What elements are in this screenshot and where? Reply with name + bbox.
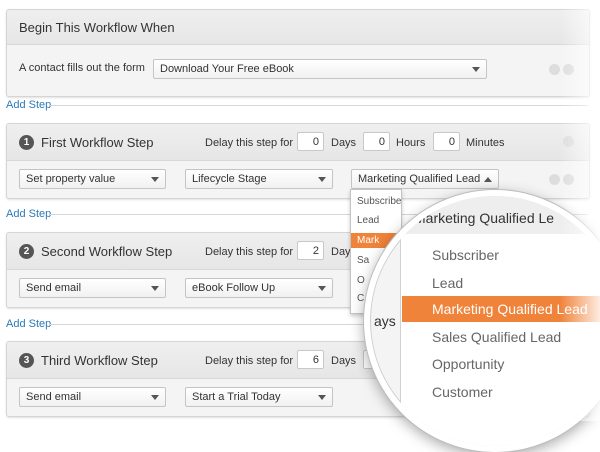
add-step-link-1[interactable]: Add Step — [6, 99, 51, 111]
step-3-delay-label: Delay this step for — [205, 355, 294, 367]
chevron-down-icon — [318, 286, 326, 291]
step-1-value-text: Marketing Qualified Lead — [358, 173, 481, 185]
add-step-link-2[interactable]: Add Step — [6, 208, 51, 220]
step-3-email-value: Start a Trial Today — [192, 391, 281, 403]
chevron-down-icon — [318, 395, 326, 400]
step-2-action-value: Send email — [26, 282, 82, 294]
step-1-value-select[interactable]: Marketing Qualified Lead — [351, 169, 499, 189]
step-3-days-input[interactable]: 6 — [297, 350, 324, 369]
step-1-days-input[interactable]: 0 — [297, 132, 324, 151]
step-2-email-value: eBook Follow Up — [192, 282, 276, 294]
step-3-days-label: Days — [331, 355, 357, 367]
step-1-number: 1 — [19, 135, 34, 150]
step-1-hours-input[interactable]: 0 — [363, 132, 390, 151]
step-1-hours-label: Hours — [396, 137, 426, 149]
chevron-up-icon — [484, 177, 492, 182]
magnifier-left-fragment: ays — [374, 313, 396, 329]
dropdown-option[interactable]: Subscriber — [351, 194, 401, 209]
trigger-panel: Begin This Workflow When A contact fills… — [6, 9, 590, 97]
chevron-down-icon — [472, 67, 480, 72]
chevron-down-icon — [151, 286, 159, 291]
add-circle-icon[interactable] — [549, 174, 560, 185]
step-2-days-input[interactable]: 2 — [297, 241, 324, 260]
edge-fade — [560, 0, 600, 421]
step-1-panel: 1 First Workflow Step Delay this step fo… — [6, 123, 590, 199]
step-1-days-label: Days — [331, 137, 357, 149]
form-select-value: Download Your Free eBook — [160, 63, 294, 75]
chevron-down-icon — [318, 177, 326, 182]
step-3-action-select[interactable]: Send email — [19, 387, 166, 407]
trigger-condition-label: A contact fills out the form — [19, 62, 145, 74]
chevron-down-icon — [151, 395, 159, 400]
step-1-action-select[interactable]: Set property value — [19, 169, 166, 189]
add-circle-icon[interactable] — [549, 64, 560, 75]
step-3-number: 3 — [19, 353, 34, 368]
dropdown-option[interactable]: Lead — [351, 213, 401, 228]
form-select[interactable]: Download Your Free eBook — [153, 59, 487, 79]
step-2-action-select[interactable]: Send email — [19, 278, 166, 298]
step-2-delay-label: Delay this step for — [205, 246, 294, 258]
step-1-minutes-label: Minutes — [466, 137, 505, 149]
add-step-link-3[interactable]: Add Step — [6, 318, 51, 330]
step-1-header: 1 First Workflow Step Delay this step fo… — [7, 124, 589, 161]
step-1-action-value: Set property value — [26, 173, 116, 185]
step-2-title: Second Workflow Step — [41, 244, 173, 259]
step-1-title: First Workflow Step — [41, 135, 154, 150]
chevron-down-icon — [151, 177, 159, 182]
step-3-email-select[interactable]: Start a Trial Today — [185, 387, 333, 407]
trigger-header: Begin This Workflow When — [7, 10, 589, 45]
step-1-property-select[interactable]: Lifecycle Stage — [185, 169, 333, 189]
step-3-title: Third Workflow Step — [41, 353, 158, 368]
magnifier-header-text: Marketing Qualified Le — [414, 210, 555, 226]
step-3-action-value: Send email — [26, 391, 82, 403]
divider — [50, 105, 588, 106]
step-2-email-select[interactable]: eBook Follow Up — [185, 278, 333, 298]
trigger-title: Begin This Workflow When — [19, 20, 175, 35]
step-2-number: 2 — [19, 244, 34, 259]
step-1-delay-label: Delay this step for — [205, 137, 294, 149]
step-1-property-value: Lifecycle Stage — [192, 173, 267, 185]
step-1-minutes-input[interactable]: 0 — [433, 132, 460, 151]
